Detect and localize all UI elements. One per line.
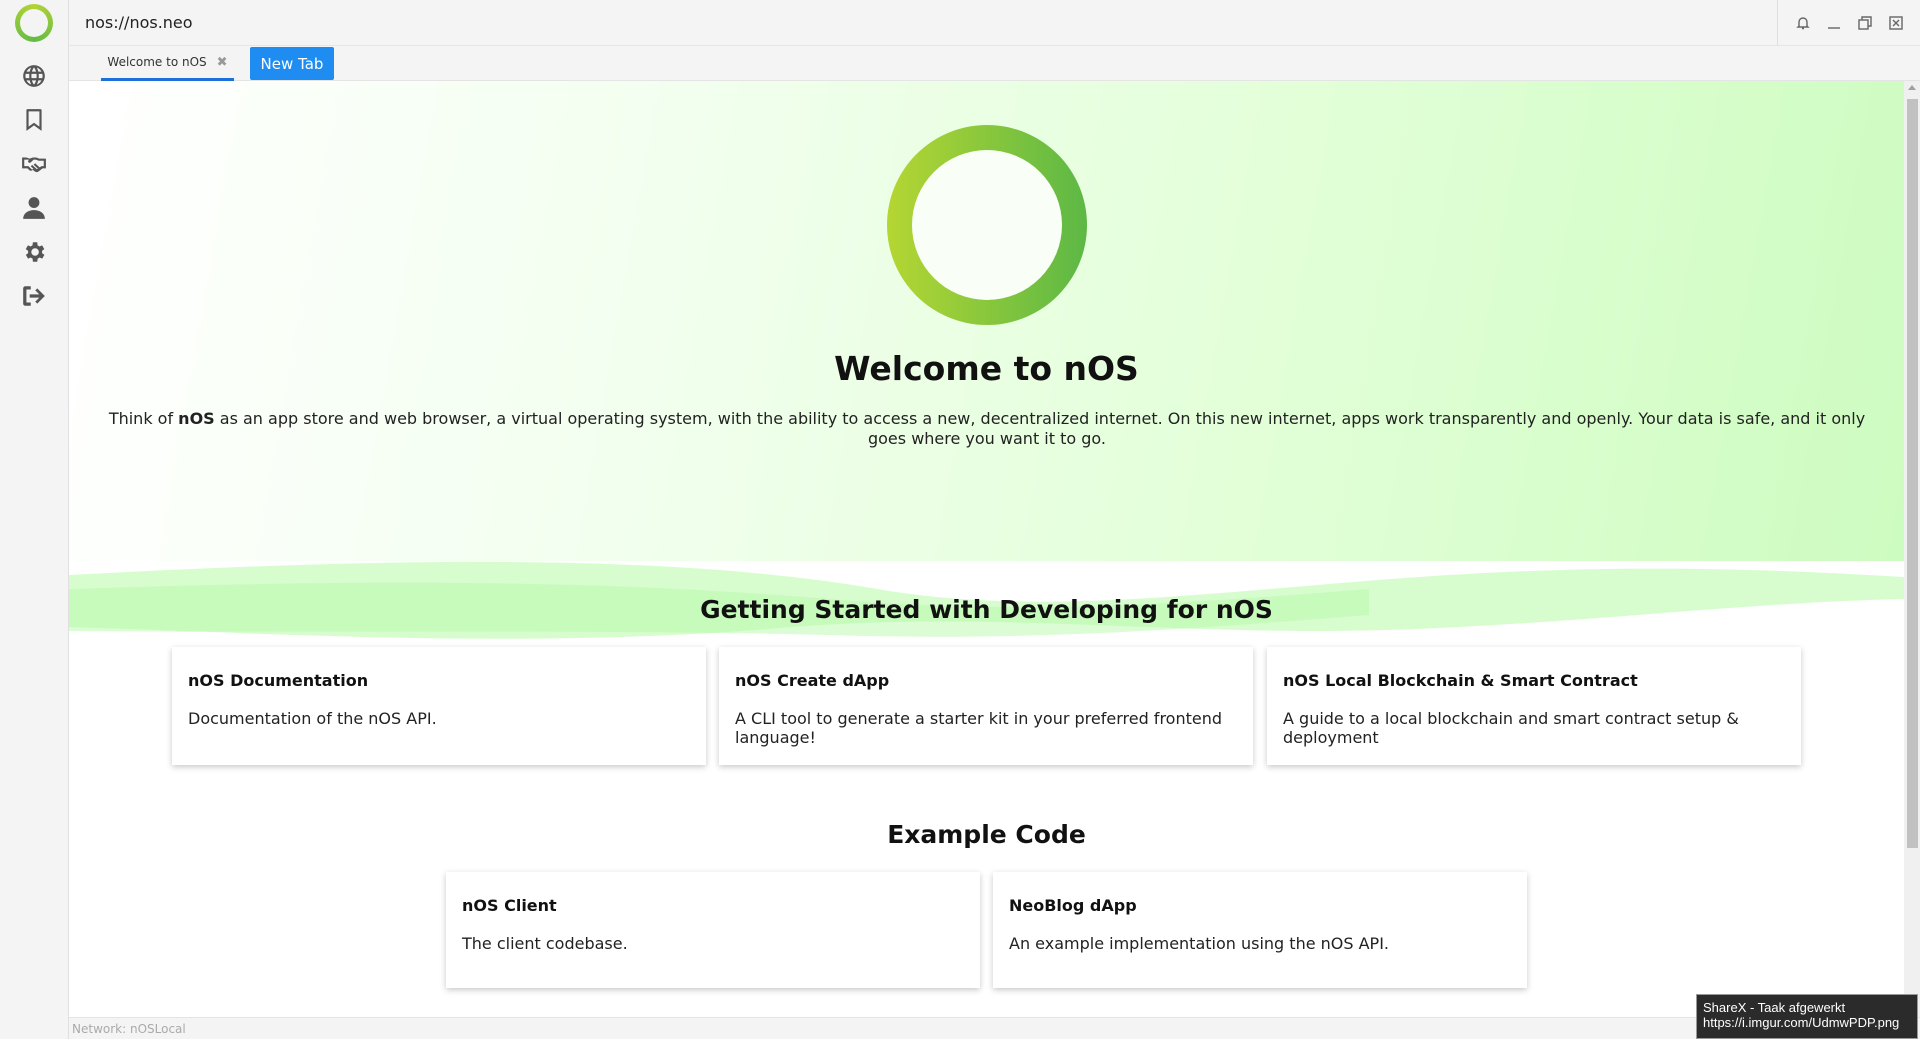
- sharex-notification[interactable]: ShareX - Taak afgewerkt https://i.imgur.…: [1696, 994, 1918, 1039]
- maximize-icon[interactable]: [1856, 14, 1874, 32]
- card-description: A CLI tool to generate a starter kit in …: [735, 709, 1223, 747]
- vertical-scrollbar[interactable]: [1904, 81, 1920, 1017]
- wave-decoration: [69, 561, 1904, 651]
- tab-welcome[interactable]: Welcome to nOS ✖: [101, 46, 234, 81]
- toast-url: https://i.imgur.com/UdmwPDP.png: [1703, 1015, 1900, 1030]
- bookmark-icon[interactable]: [19, 105, 49, 135]
- toast-title: ShareX - Taak afgewerkt: [1703, 1000, 1846, 1015]
- example-code-title: Example Code: [887, 820, 1086, 849]
- card-nos-documentation[interactable]: nOS Documentation Documentation of the n…: [172, 647, 706, 765]
- logout-icon[interactable]: [19, 281, 49, 311]
- hero-text-brand: nOS: [178, 409, 215, 428]
- gear-icon[interactable]: [19, 237, 49, 267]
- card-title: nOS Client: [462, 896, 557, 915]
- close-icon[interactable]: [1887, 14, 1905, 32]
- card-nos-create-dapp[interactable]: nOS Create dApp A CLI tool to generate a…: [719, 647, 1253, 765]
- card-neoblog-dapp[interactable]: NeoBlog dApp An example implementation u…: [993, 872, 1527, 988]
- card-description: A guide to a local blockchain and smart …: [1283, 709, 1739, 747]
- nos-logo[interactable]: [15, 4, 53, 42]
- hero-text-prefix: Think of: [108, 409, 179, 428]
- card-title: nOS Create dApp: [735, 671, 890, 690]
- handshake-icon[interactable]: [19, 149, 49, 179]
- user-icon[interactable]: [19, 193, 49, 223]
- address-bar[interactable]: nos://nos.neo: [85, 13, 193, 32]
- page-title: Welcome to nOS: [834, 349, 1139, 388]
- window-controls: [1777, 0, 1920, 46]
- nos-ring-logo: [887, 125, 1087, 325]
- title-bar: nos://nos.neo: [69, 0, 1920, 46]
- status-bar: Network: nOSLocal: [69, 1017, 1920, 1039]
- minimize-icon[interactable]: [1825, 14, 1843, 32]
- scroll-up-arrow-icon[interactable]: [1908, 85, 1916, 90]
- tab-label: Welcome to nOS: [107, 55, 207, 69]
- scroll-thumb[interactable]: [1907, 99, 1918, 848]
- card-description: An example implementation using the nOS …: [1009, 934, 1390, 953]
- page-content: Welcome to nOS Think of nOS as an app st…: [69, 81, 1904, 1017]
- card-title: nOS Documentation: [188, 671, 369, 690]
- card-nos-client[interactable]: nOS Client The client codebase.: [446, 872, 980, 988]
- card-title: NeoBlog dApp: [1009, 896, 1137, 915]
- sidebar: [0, 0, 69, 1039]
- network-status: Network: nOSLocal: [72, 1022, 186, 1036]
- card-description: Documentation of the nOS API.: [188, 709, 437, 728]
- hero-description: Think of nOS as an app store and web bro…: [97, 409, 1877, 449]
- card-nos-local-blockchain[interactable]: nOS Local Blockchain & Smart Contract A …: [1267, 647, 1801, 765]
- globe-icon[interactable]: [19, 61, 49, 91]
- hero-text-suffix: as an app store and web browser, a virtu…: [214, 409, 1866, 448]
- card-title: nOS Local Blockchain & Smart Contract: [1283, 671, 1638, 690]
- new-tab-button[interactable]: New Tab: [250, 47, 334, 80]
- card-description: The client codebase.: [462, 934, 628, 953]
- getting-started-title: Getting Started with Developing for nOS: [700, 595, 1273, 624]
- tab-close-icon[interactable]: ✖: [217, 55, 228, 70]
- tab-bar: Welcome to nOS ✖ New Tab: [69, 46, 1920, 81]
- bell-icon[interactable]: [1794, 14, 1812, 32]
